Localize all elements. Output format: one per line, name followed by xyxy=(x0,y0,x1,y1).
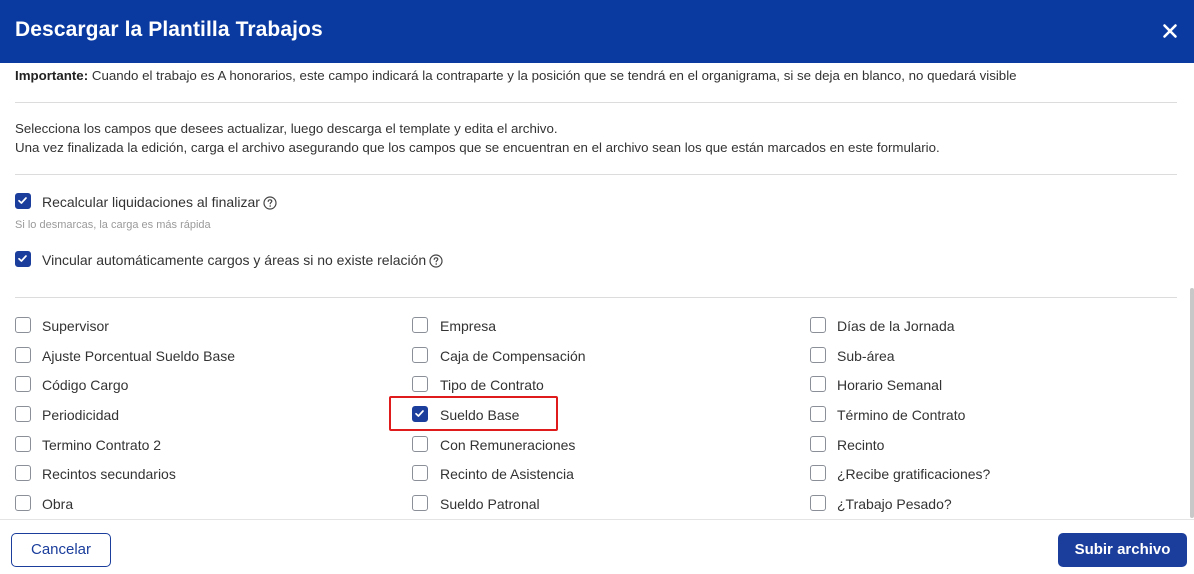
field-label[interactable]: Con Remuneraciones xyxy=(440,437,575,453)
field-checkbox-termino-contrato-2[interactable] xyxy=(15,436,31,452)
checkmark-icon xyxy=(18,255,27,262)
field-checkbox-caja-compensacion[interactable] xyxy=(412,347,428,363)
important-notice: Importante: Cuando el trabajo es A honor… xyxy=(15,68,1017,83)
field-checkbox-termino-contrato[interactable] xyxy=(810,406,826,422)
field-checkbox-sub-area[interactable] xyxy=(810,347,826,363)
important-text: Cuando el trabajo es A honorarios, este … xyxy=(88,68,1017,83)
help-circle-icon[interactable] xyxy=(263,196,277,210)
field-label[interactable]: ¿Trabajo Pesado? xyxy=(837,496,952,512)
field-checkbox-obra[interactable] xyxy=(15,495,31,511)
field-checkbox-codigo-cargo[interactable] xyxy=(15,376,31,392)
cancel-button[interactable]: Cancelar xyxy=(11,533,111,567)
vincular-checkbox[interactable] xyxy=(15,251,31,267)
field-checkbox-periodicidad[interactable] xyxy=(15,406,31,422)
help-circle-icon[interactable] xyxy=(429,254,443,268)
field-checkbox-con-remuneraciones[interactable] xyxy=(412,436,428,452)
sueldo-base-highlight xyxy=(389,396,558,431)
field-checkbox-recinto-asistencia[interactable] xyxy=(412,465,428,481)
recalcular-label[interactable]: Recalcular liquidaciones al finalizar xyxy=(42,194,260,210)
upload-button[interactable]: Subir archivo xyxy=(1058,533,1187,567)
field-label[interactable]: Recinto de Asistencia xyxy=(440,466,574,482)
checkmark-icon xyxy=(18,197,27,204)
field-checkbox-recintos-secundarios[interactable] xyxy=(15,465,31,481)
field-checkbox-recibe-gratificaciones[interactable] xyxy=(810,465,826,481)
field-label[interactable]: Obra xyxy=(42,496,73,512)
divider xyxy=(15,174,1177,175)
field-label[interactable]: Sub-área xyxy=(837,348,895,364)
field-label[interactable]: Tipo de Contrato xyxy=(440,377,544,393)
field-label[interactable]: Días de la Jornada xyxy=(837,318,955,334)
field-label[interactable]: Recinto xyxy=(837,437,884,453)
divider xyxy=(15,297,1177,298)
scrollbar[interactable] xyxy=(1190,288,1194,518)
field-label[interactable]: Empresa xyxy=(440,318,496,334)
field-label[interactable]: Sueldo Patronal xyxy=(440,496,540,512)
dialog-footer: Cancelar Subir archivo xyxy=(0,519,1194,574)
dialog-title: Descargar la Plantilla Trabajos xyxy=(15,18,323,41)
field-label[interactable]: Ajuste Porcentual Sueldo Base xyxy=(42,348,235,364)
field-checkbox-recinto[interactable] xyxy=(810,436,826,452)
instructions-line-2: Una vez finalizada la edición, carga el … xyxy=(15,140,940,155)
important-label: Importante: xyxy=(15,68,89,83)
field-checkbox-dias-jornada[interactable] xyxy=(810,317,826,333)
field-checkbox-trabajo-pesado[interactable] xyxy=(810,495,826,511)
field-checkbox-sueldo-patronal[interactable] xyxy=(412,495,428,511)
recalcular-hint: Si lo desmarcas, la carga es más rápida xyxy=(15,219,211,231)
field-checkbox-ajuste-porcentual[interactable] xyxy=(15,347,31,363)
dialog-header: Descargar la Plantilla Trabajos xyxy=(0,0,1194,63)
recalcular-checkbox[interactable] xyxy=(15,193,31,209)
field-checkbox-empresa[interactable] xyxy=(412,317,428,333)
field-label[interactable]: Supervisor xyxy=(42,318,109,334)
field-checkbox-tipo-contrato[interactable] xyxy=(412,376,428,392)
close-icon[interactable] xyxy=(1158,19,1182,43)
field-checkbox-supervisor[interactable] xyxy=(15,317,31,333)
instructions-line-1: Selecciona los campos que desees actuali… xyxy=(15,121,558,136)
field-label[interactable]: Termino Contrato 2 xyxy=(42,437,161,453)
field-label[interactable]: ¿Recibe gratificaciones? xyxy=(837,466,990,482)
field-label[interactable]: Recintos secundarios xyxy=(42,466,176,482)
dialog-body[interactable]: Importante: Cuando el trabajo es A honor… xyxy=(0,63,1194,519)
divider xyxy=(15,102,1177,103)
field-label[interactable]: Horario Semanal xyxy=(837,377,942,393)
field-label[interactable]: Periodicidad xyxy=(42,407,119,423)
field-checkbox-horario-semanal[interactable] xyxy=(810,376,826,392)
vincular-label[interactable]: Vincular automáticamente cargos y áreas … xyxy=(42,252,426,268)
field-label[interactable]: Código Cargo xyxy=(42,377,128,393)
field-label[interactable]: Término de Contrato xyxy=(837,407,965,423)
field-label[interactable]: Caja de Compensación xyxy=(440,348,586,364)
